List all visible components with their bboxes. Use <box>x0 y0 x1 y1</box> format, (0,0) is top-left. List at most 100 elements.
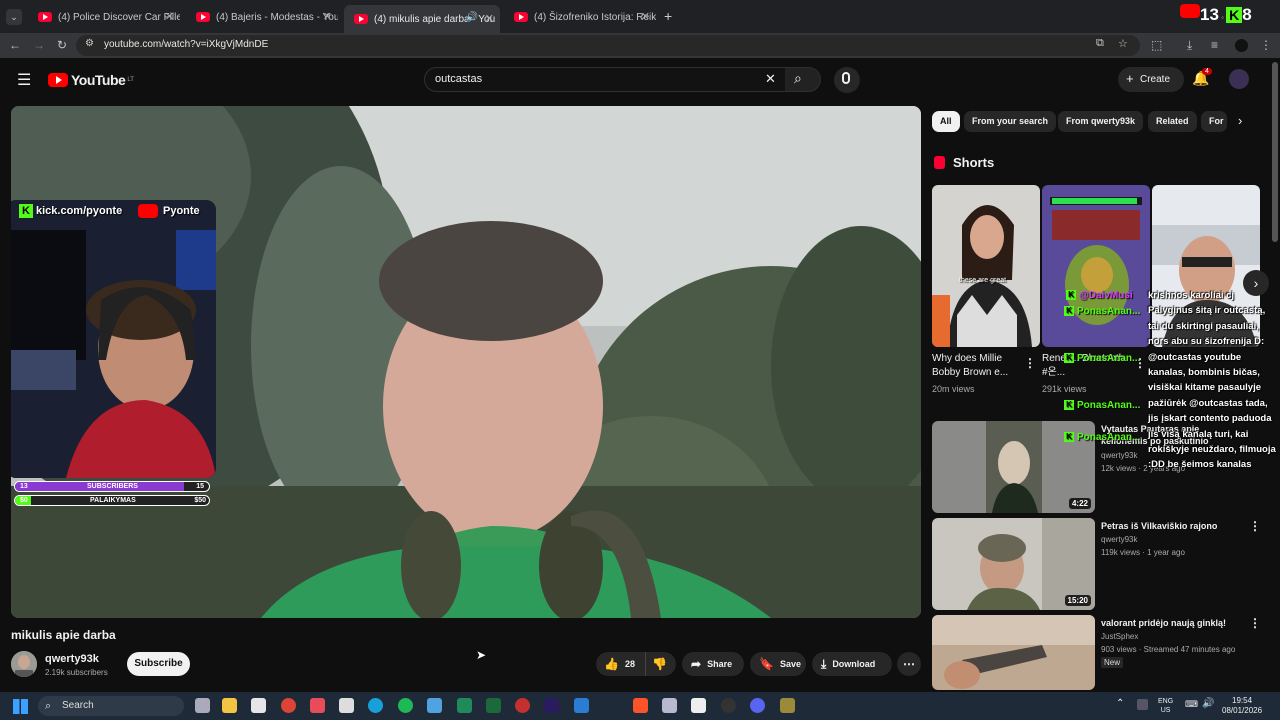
short-title[interactable]: Why does Millie Bobby Brown e... <box>932 352 1018 380</box>
taskbar-search[interactable]: ⌕ Search <box>38 696 184 716</box>
search-value[interactable]: outcastas <box>435 73 482 85</box>
forward-icon[interactable]: → <box>33 38 45 52</box>
file-explorer-icon[interactable] <box>222 698 237 713</box>
site-info-icon[interactable]: ⚙ <box>85 38 94 49</box>
extensions-icon[interactable]: ⬚ <box>1151 38 1162 52</box>
channel-avatar[interactable] <box>11 651 37 677</box>
browser-tab[interactable]: (4) Bajeris - Modestas - YouTub ✕ <box>186 5 338 29</box>
edge-icon[interactable] <box>368 698 383 713</box>
task-view-icon[interactable] <box>195 698 210 713</box>
kick-handle: kick.com/pyonte <box>36 205 123 217</box>
youtube-logo[interactable]: YouTube LT <box>48 72 134 88</box>
like-button[interactable]: 👍 28 <box>596 652 646 676</box>
close-tab-icon[interactable]: ✕ <box>323 10 332 23</box>
download-button[interactable]: ⤓ Download <box>812 652 892 676</box>
chat-username: PonasAnan... <box>1077 306 1141 317</box>
audio-playing-icon[interactable]: 🔊 <box>466 12 478 23</box>
channel-name[interactable]: qwerty93k <box>45 653 99 665</box>
search-input[interactable]: outcastas ✕ <box>424 67 786 92</box>
app-icon[interactable] <box>662 698 677 713</box>
short-thumbnail[interactable]: these are great <box>932 185 1040 347</box>
url-text[interactable]: youtube.com/watch?v=iXkgVjMdnDE <box>104 39 268 50</box>
input-language[interactable]: ENG US <box>1158 697 1173 715</box>
create-button[interactable]: + Create <box>1118 67 1184 92</box>
spotify-icon[interactable] <box>398 698 413 713</box>
account-avatar[interactable] <box>1229 69 1249 89</box>
video-thumbnail[interactable]: 15:20 <box>932 518 1095 610</box>
clear-search-icon[interactable]: ✕ <box>765 71 776 87</box>
subscribe-button[interactable]: Subscribe <box>127 652 190 676</box>
tray-overflow-icon[interactable]: ⌃ <box>1116 698 1124 709</box>
chips-next-icon[interactable]: › <box>1238 113 1242 128</box>
tab-search-menu-icon[interactable]: ⌄ <box>6 9 22 25</box>
chip-from-your-search[interactable]: From your search <box>964 111 1057 132</box>
save-button[interactable]: 🔖 Save <box>750 652 806 676</box>
bookmark-star-icon[interactable]: ☆ <box>1118 37 1128 50</box>
short-thumbnail[interactable] <box>1042 185 1150 347</box>
discord-icon[interactable] <box>750 698 765 713</box>
app-icon[interactable] <box>780 698 795 713</box>
page-scrollbar[interactable] <box>1272 62 1278 242</box>
dislike-button[interactable]: 👎 <box>646 657 667 671</box>
close-tab-icon[interactable]: ✕ <box>165 10 174 23</box>
more-actions-button[interactable]: ⋯ <box>897 652 921 676</box>
chip-for-you[interactable]: For <box>1201 111 1227 132</box>
windows-start-icon[interactable] <box>13 699 28 714</box>
close-tab-icon[interactable]: ✕ <box>641 10 650 23</box>
chrome-icon[interactable] <box>281 698 296 713</box>
video-player[interactable]: K kick.com/pyonte Pyonte 13 SUBSCRIBERS … <box>11 106 921 618</box>
subscribers-current: 13 <box>20 483 28 490</box>
app-icon[interactable] <box>457 698 472 713</box>
app-icon[interactable] <box>515 698 530 713</box>
video-channel[interactable]: JustSphex <box>1101 632 1138 641</box>
volume-icon[interactable]: 🔊 <box>1202 698 1214 709</box>
app-icon[interactable] <box>574 698 589 713</box>
address-bar[interactable]: ⚙ youtube.com/watch?v=iXkgVjMdnDE ⧉ ☆ <box>76 35 1140 56</box>
chip-from-channel[interactable]: From qwerty93k <box>1058 111 1144 132</box>
back-icon[interactable]: ← <box>9 38 21 52</box>
hamburger-menu-icon[interactable]: ☰ <box>17 70 31 90</box>
chip-all[interactable]: All <box>932 111 960 132</box>
system-clock[interactable]: 19:54 08/01/2026 <box>1222 696 1262 716</box>
video-title-link[interactable]: Petras iš Vilkaviškio rajono <box>1101 520 1241 532</box>
voice-search-button[interactable] <box>834 67 860 93</box>
profile-avatar[interactable] <box>1235 39 1248 52</box>
new-tab-icon[interactable]: + <box>664 8 672 24</box>
search-button[interactable]: ⌕ <box>785 67 821 92</box>
close-tab-icon[interactable]: ✕ <box>485 12 494 25</box>
tray-app-icon[interactable] <box>1137 699 1148 710</box>
chip-related[interactable]: Related <box>1148 111 1197 132</box>
app-icon[interactable] <box>339 698 354 713</box>
browser-tab[interactable]: (4) Police Discover Car Filled W ✕ <box>28 5 180 29</box>
obs-icon[interactable] <box>721 698 736 713</box>
video-more-icon[interactable]: ⋮ <box>1249 616 1261 630</box>
video-thumbnail-image <box>932 615 1095 690</box>
video-channel[interactable]: qwerty93k <box>1101 451 1137 460</box>
video-channel[interactable]: qwerty93k <box>1101 535 1137 544</box>
network-icon[interactable]: ⌨ <box>1185 699 1198 710</box>
photos-icon[interactable] <box>427 698 442 713</box>
support-label: PALAIKYMAS <box>90 497 136 504</box>
short-more-icon[interactable]: ⋮ <box>1024 356 1036 370</box>
premiere-icon[interactable] <box>544 698 559 713</box>
store-icon[interactable] <box>251 698 266 713</box>
app-icon[interactable] <box>310 698 325 713</box>
microphone-icon <box>842 72 850 84</box>
app-icon[interactable] <box>691 698 706 713</box>
chrome-menu-icon[interactable]: ⋮ <box>1260 38 1272 52</box>
install-app-icon[interactable]: ⧉ <box>1096 37 1104 50</box>
media-controls-icon[interactable]: ≡ <box>1211 38 1218 52</box>
video-title-link[interactable]: valorant pridėjo naują ginklą! <box>1101 617 1241 629</box>
youtube-favicon-icon <box>514 12 528 22</box>
reload-icon[interactable]: ↻ <box>57 38 67 52</box>
downloads-icon[interactable]: ⤓ <box>1187 38 1192 52</box>
notifications-button[interactable]: 🔔 4 <box>1192 68 1212 88</box>
tab-title: (4) Police Discover Car Filled W <box>58 11 180 23</box>
video-more-icon[interactable]: ⋮ <box>1249 519 1261 533</box>
browser-tab[interactable]: (4) Šizofreniko Istorija: Reikalai ✕ <box>504 5 656 29</box>
share-button[interactable]: ➦ Share <box>682 652 744 676</box>
app-icon[interactable] <box>486 698 501 713</box>
video-thumbnail[interactable] <box>932 615 1095 690</box>
browser-tab-active[interactable]: (4) mikulis apie darba - You 🔊 ✕ <box>344 5 500 33</box>
brave-icon[interactable] <box>633 698 648 713</box>
